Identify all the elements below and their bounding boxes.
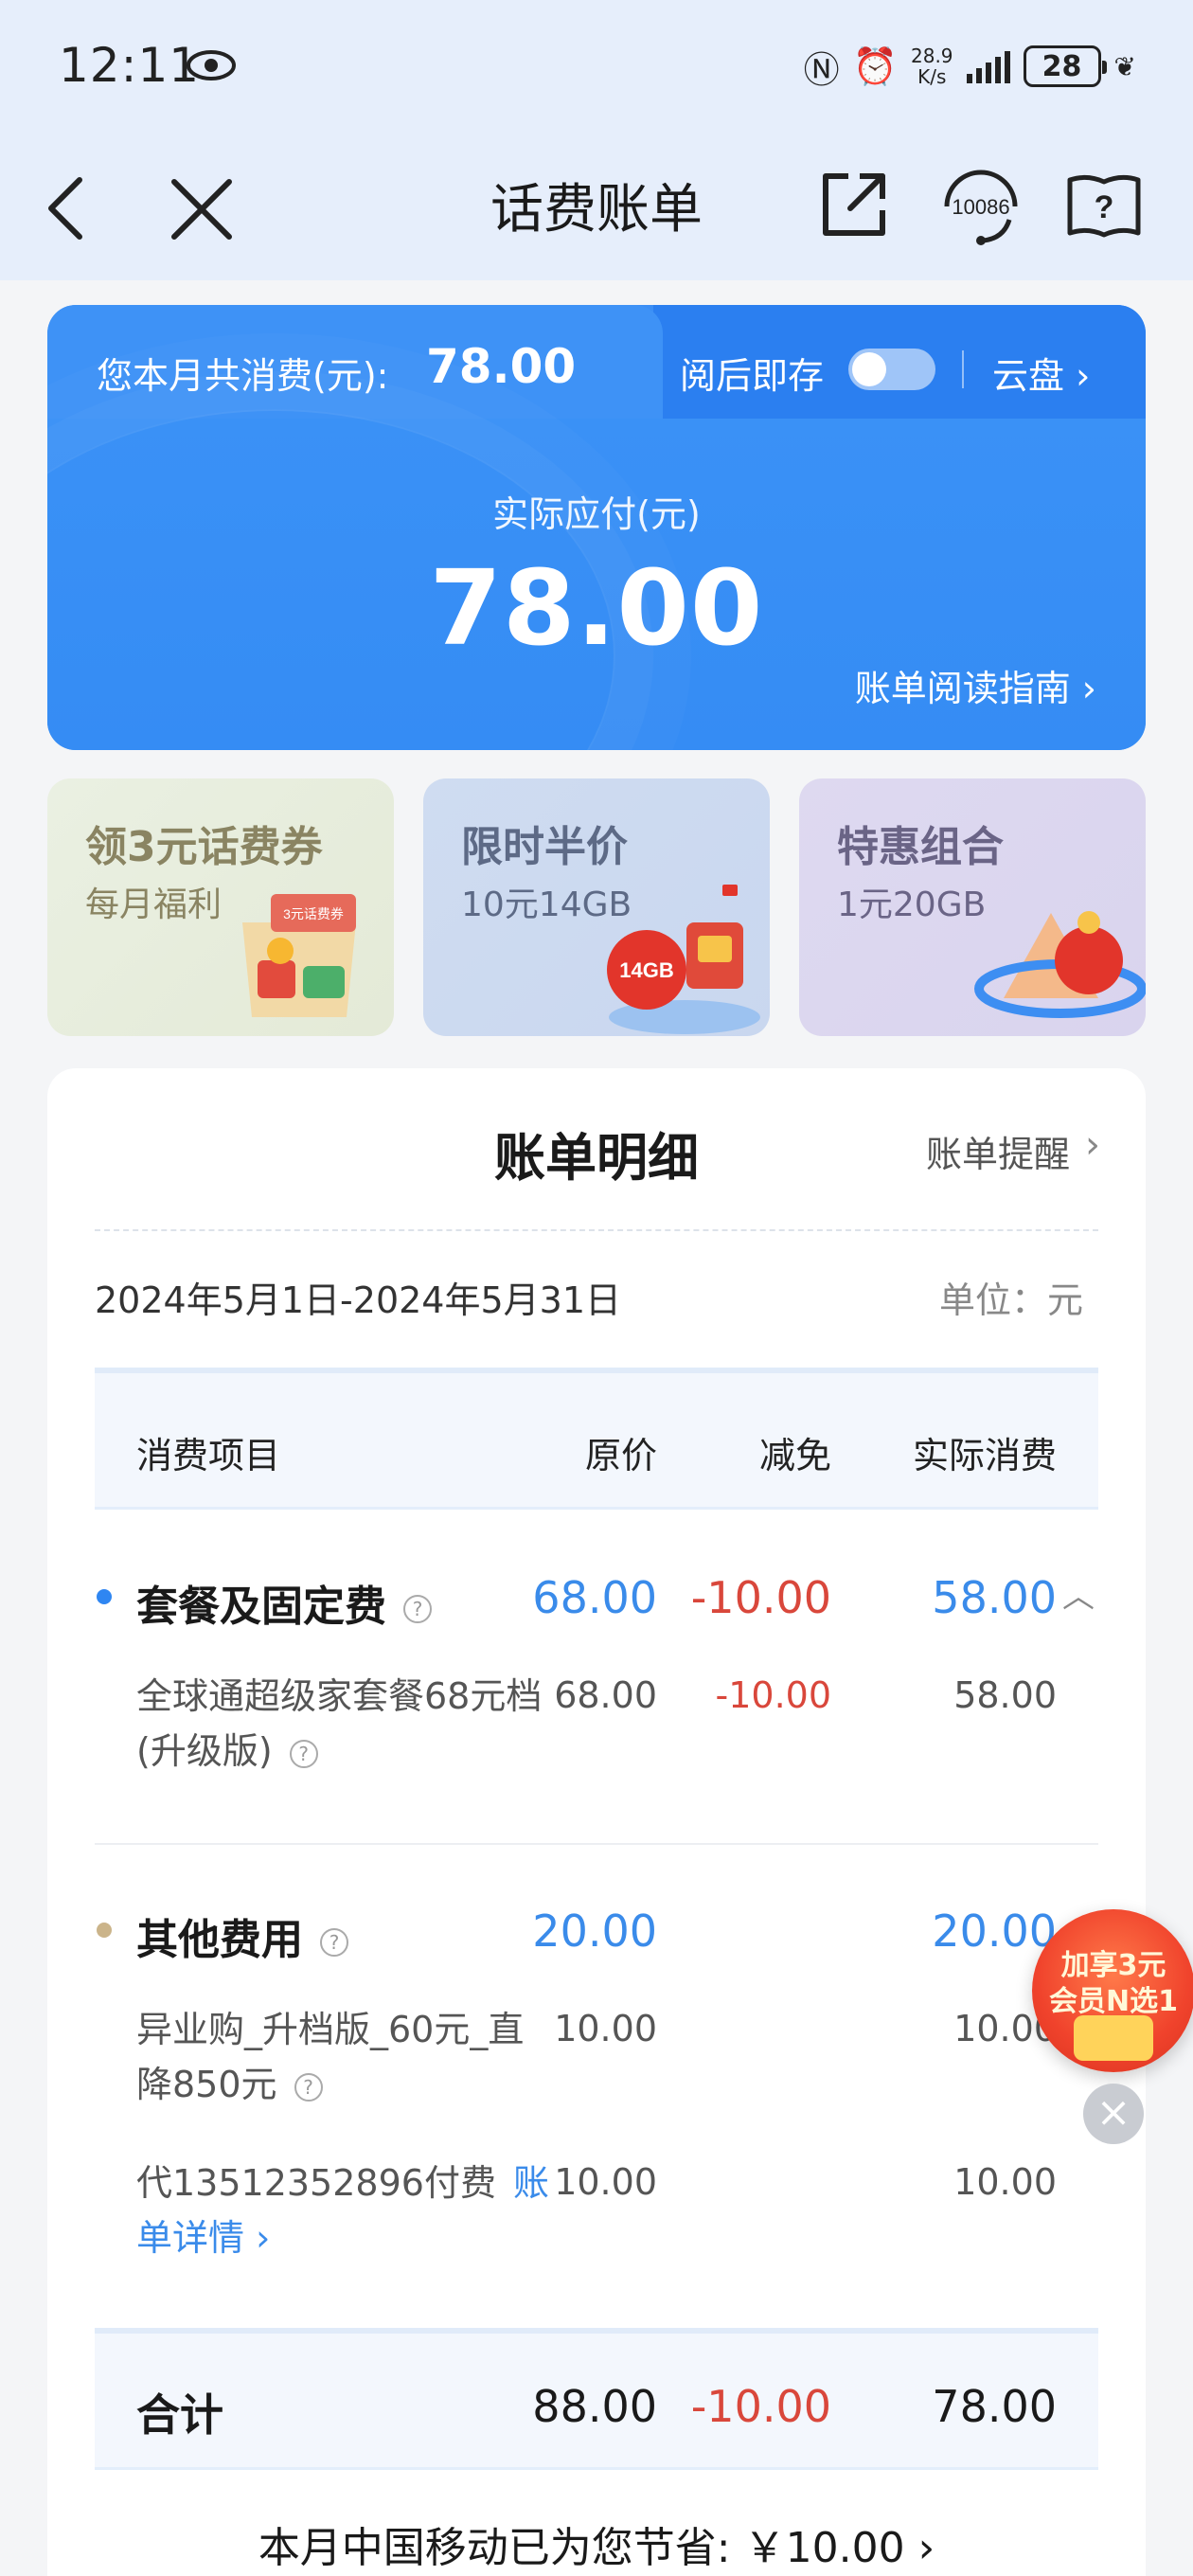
power-saving-icon: ❦: [1113, 50, 1136, 82]
promo-subtitle: 每月福利: [85, 886, 223, 924]
share-icon: [823, 173, 885, 236]
help-guide-button[interactable]: ?: [1064, 170, 1144, 242]
monthly-total-label: 您本月共消费(元):: [97, 355, 389, 397]
line-item-actual: 58.00: [953, 1674, 1057, 1716]
line-item-actual: 10.00: [953, 2161, 1057, 2203]
svg-text:?: ?: [1095, 189, 1114, 225]
total-discount: -10.00: [690, 2381, 831, 2432]
read-and-save-toggle[interactable]: [848, 349, 935, 390]
help-icon[interactable]: ?: [320, 1928, 348, 1957]
gift-bag-icon: [974, 911, 1146, 1018]
eye-icon: [187, 50, 236, 80]
column-header-original: 原价: [584, 1435, 657, 1476]
data-gift-icon: 14GB: [607, 885, 760, 1034]
line-item-name: 异业购_升档版_60元_直降850元?: [136, 2009, 525, 2105]
column-header-actual: 实际消费: [912, 1435, 1057, 1476]
category-original: 68.00: [532, 1572, 657, 1623]
gift-icon: [1074, 2015, 1153, 2061]
actual-payable-label: 实际应付(元): [492, 493, 701, 535]
battery-level: 28: [1042, 49, 1082, 83]
membership-promo-badge[interactable]: 加享3元 会员N选1: [1032, 1909, 1193, 2072]
status-bar: 12:11 Ⓝ ⏰ 28.9 K/s 28 ❦: [0, 0, 1193, 142]
category-dot: [97, 1589, 112, 1604]
line-item-original: 68.00: [554, 1674, 657, 1716]
close-button[interactable]: [167, 174, 237, 244]
column-header-discount: 减免: [758, 1435, 831, 1476]
back-arrow-icon: [48, 177, 82, 240]
total-actual: 78.00: [932, 2381, 1057, 2432]
share-button[interactable]: [816, 167, 892, 242]
service-number: 10086: [952, 195, 1009, 219]
total-label: 合计: [136, 2389, 223, 2441]
headset-icon: 10086: [944, 170, 1018, 245]
coupon-art-label: 3元话费券: [283, 906, 344, 921]
column-header-item: 消费项目: [136, 1435, 281, 1476]
signal-icon: [966, 49, 1010, 83]
currency-unit: 单位：元: [938, 1279, 1083, 1321]
bill-reminder-link[interactable]: 账单提醒: [926, 1125, 1070, 1177]
help-icon[interactable]: ?: [403, 1595, 432, 1623]
battery-icon: 28: [1023, 45, 1107, 87]
collapse-chevron-icon[interactable]: ︿: [1062, 1570, 1095, 1617]
line-item-discount: -10.00: [715, 1674, 832, 1716]
chevron-right-icon: ›: [1085, 1123, 1100, 1167]
promo-half-price-card[interactable]: 限时半价 10元14GB 14GB: [423, 778, 770, 1036]
nav-bar: 话费账单 10086 ?: [0, 142, 1193, 280]
total-original: 88.00: [532, 2381, 657, 2432]
promo-coupon-card[interactable]: 领3元话费券 每月福利 3元话费券: [47, 778, 394, 1036]
line-item-name: 代13512352896付费 账单详情 ›: [136, 2162, 549, 2259]
category-actual: 58.00: [932, 1572, 1057, 1623]
bill-summary-card: 您本月共消费(元): 78.00 阅后即存 云盘 › 实际应付(元) 78.00…: [47, 305, 1146, 750]
category-original: 20.00: [532, 1905, 657, 1957]
net-speed-value: 28.9: [911, 45, 953, 67]
customer-service-button[interactable]: 10086: [934, 163, 1028, 248]
category-name: 其他费用: [136, 1916, 303, 1964]
savings-summary-link[interactable]: 本月中国移动已为您节省: ￥10.00 ›: [47, 2513, 1146, 2574]
net-speed: 28.9 K/s: [911, 45, 953, 87]
line-item-original: 10.00: [554, 2161, 657, 2203]
read-and-save-label: 阅后即存: [680, 355, 825, 397]
billing-period: 2024年5月1日-2024年5月31日: [95, 1279, 622, 1321]
gift-box-icon: 3元话费券: [242, 894, 356, 1017]
category-name: 套餐及固定费: [136, 1583, 386, 1631]
status-time: 12:11: [59, 38, 201, 93]
badge-line-2: 会员N选1: [1049, 1985, 1178, 2018]
close-icon: [171, 179, 232, 240]
table-header: 消费项目 原价 减免 实际消费: [95, 1368, 1098, 1510]
category-discount: -10.00: [690, 1572, 831, 1623]
line-item-name: 全球通超级家套餐68元档(升级版)?: [136, 1675, 543, 1772]
monthly-total-value: 78.00: [426, 339, 577, 394]
category-package-fees[interactable]: 套餐及固定费?: [136, 1572, 432, 1633]
nfc-icon: Ⓝ: [803, 48, 840, 91]
back-button[interactable]: [38, 170, 95, 246]
close-badge-button[interactable]: ×: [1083, 2084, 1144, 2144]
actual-payable-value: 78.00: [429, 547, 764, 669]
data-art-label: 14GB: [619, 958, 673, 982]
bill-reading-guide-link[interactable]: 账单阅读指南 ›: [855, 659, 1096, 711]
alarm-icon: ⏰: [852, 45, 898, 87]
help-icon[interactable]: ?: [294, 2072, 323, 2102]
bill-detail-card: 账单明细 账单提醒 › 2024年5月1日-2024年5月31日 单位：元 消费…: [47, 1068, 1146, 2576]
net-speed-unit: K/s: [917, 65, 947, 88]
cloud-disk-link[interactable]: 云盘 ›: [992, 347, 1090, 399]
category-dot: [97, 1923, 112, 1938]
help-icon[interactable]: ?: [289, 1739, 318, 1768]
book-question-icon: ?: [1067, 174, 1141, 238]
promo-combo-card[interactable]: 特惠组合 1元20GB: [799, 778, 1146, 1036]
category-other-fees[interactable]: 其他费用?: [136, 1905, 348, 1966]
line-item-original: 10.00: [554, 2008, 657, 2049]
status-icons: Ⓝ ⏰ 28.9 K/s 28 ❦: [804, 42, 1136, 91]
